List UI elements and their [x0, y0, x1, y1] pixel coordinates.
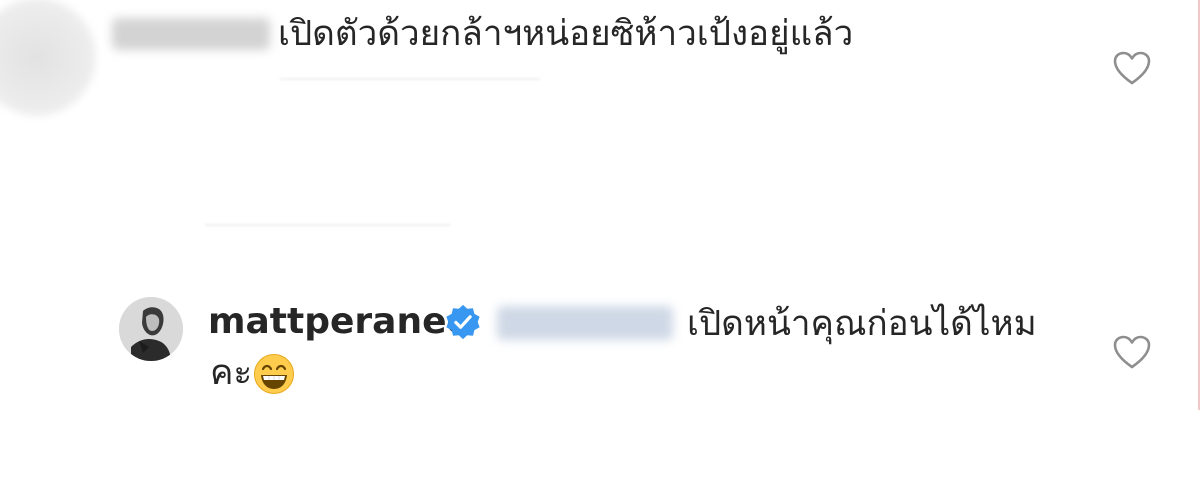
verified-badge-icon — [446, 304, 480, 340]
comment-text: เปิดหน้าคุณก่อนได้ไหม — [687, 304, 1037, 344]
comment-username[interactable]: mattperanee — [208, 300, 471, 344]
profile-photo — [119, 297, 183, 361]
divider — [205, 224, 450, 226]
comment-text-continued: คะ — [210, 353, 253, 393]
comment-item: mattperanee เปิดหน้าคุณก่อนได้ไหม คะ — [0, 0, 1200, 394]
avatar[interactable] — [119, 297, 183, 361]
heart-outline-icon[interactable] — [1112, 334, 1152, 370]
blurred-mention — [497, 306, 673, 340]
grinning-face-emoji — [254, 354, 294, 394]
